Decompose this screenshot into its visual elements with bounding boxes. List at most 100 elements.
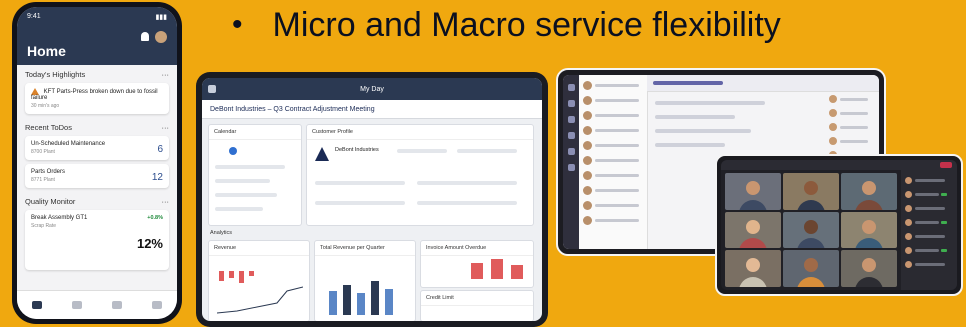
todo-label: Un-Scheduled Maintenance — [31, 141, 106, 148]
list-item[interactable] — [583, 111, 643, 120]
page-title: Home — [27, 43, 66, 59]
video-tile[interactable] — [725, 250, 781, 287]
participant[interactable] — [829, 95, 875, 103]
chart-bar — [357, 293, 365, 315]
list-item[interactable] — [583, 156, 643, 165]
tab-calendar-icon[interactable] — [72, 301, 82, 309]
notification-bell-icon[interactable] — [141, 32, 149, 41]
chart-bar — [239, 271, 244, 283]
avatar[interactable] — [155, 31, 167, 43]
info-row — [457, 149, 517, 153]
app-rail — [563, 75, 579, 249]
list-item[interactable] — [583, 96, 643, 105]
video-call-device — [715, 154, 963, 296]
list-item[interactable] — [583, 171, 643, 180]
todo-sub: 8771 Plant — [31, 177, 55, 184]
phone-header: 9:41 ▮▮▮ Home — [17, 7, 177, 65]
tab-bar — [17, 290, 177, 319]
company-name: DeBont Industries — [335, 147, 379, 153]
chart-bar — [329, 291, 337, 315]
tab-tasks-icon[interactable] — [112, 301, 122, 309]
participant[interactable] — [905, 219, 953, 226]
list-item[interactable] — [583, 216, 643, 225]
company-logo-icon — [315, 147, 329, 161]
video-grid — [725, 173, 897, 287]
chart-bar — [229, 271, 234, 278]
chat-icon[interactable] — [567, 100, 575, 107]
todo-card[interactable]: Un-Scheduled Maintenance 8700 Plant 6 — [25, 136, 169, 161]
panel-title: Total Revenue per Quarter — [315, 241, 415, 256]
todos-section: Recent ToDos ··· Un-Scheduled Maintenance… — [17, 118, 177, 189]
todo-sub: 8700 Plant — [31, 149, 55, 156]
analytics-label: Analytics — [210, 230, 233, 236]
app-icon[interactable] — [208, 85, 216, 93]
chart-bar — [371, 281, 379, 315]
hang-up-button[interactable] — [940, 162, 952, 168]
todo-count: 6 — [157, 144, 163, 156]
video-tile[interactable] — [783, 211, 839, 249]
participant[interactable] — [905, 261, 953, 268]
event-row[interactable] — [215, 193, 277, 197]
list-item[interactable] — [583, 141, 643, 150]
files-icon[interactable] — [567, 164, 575, 171]
participant[interactable] — [905, 177, 953, 184]
list-item[interactable] — [583, 126, 643, 135]
calls-icon[interactable] — [567, 148, 575, 155]
credit-panel: Credit Limit — [420, 290, 534, 321]
selected-date[interactable] — [229, 147, 237, 155]
tablet-header: My Day — [202, 78, 542, 100]
todo-count: 12 — [151, 172, 163, 184]
tablet-screen: My Day DeBont Industries – Q3 Contract A… — [202, 78, 542, 321]
headline-text: Micro and Macro service flexibility — [272, 5, 781, 44]
participant[interactable] — [905, 247, 953, 254]
video-tile[interactable] — [725, 211, 781, 249]
activity-icon[interactable] — [567, 84, 575, 91]
participant[interactable] — [829, 109, 875, 117]
chat-list — [579, 75, 648, 249]
event-row[interactable] — [215, 207, 263, 211]
revenue-panel: Revenue — [208, 240, 310, 321]
list-item[interactable] — [583, 201, 643, 210]
alert-time: 30 min's ago — [31, 103, 60, 110]
tab-home-icon[interactable] — [32, 301, 42, 309]
app-title: My Day — [360, 85, 384, 93]
call-toolbar — [721, 160, 957, 170]
participant[interactable] — [905, 205, 953, 212]
tab-search-icon[interactable] — [152, 301, 162, 309]
calendar-icon[interactable] — [567, 132, 575, 139]
list-item[interactable] — [583, 81, 643, 90]
participant[interactable] — [905, 191, 953, 198]
alert-card[interactable]: KFT Parts-Press broken down due to fossi… — [25, 83, 169, 115]
todo-label: Parts Orders — [31, 169, 66, 176]
headline: • Micro and Macro service flexibility — [232, 2, 781, 48]
alert-text: KFT Parts-Press broken down due to fossi… — [31, 89, 158, 102]
video-tile[interactable] — [841, 173, 897, 210]
event-row[interactable] — [215, 179, 270, 183]
highlights-section: Today's Highlights ··· KFT Parts-Press br… — [17, 65, 177, 115]
panel-title: Revenue — [209, 241, 309, 256]
section-title: Today's Highlights — [25, 70, 86, 79]
warning-icon — [31, 88, 39, 95]
customer-panel: Customer Profile DeBont Industries — [306, 124, 534, 226]
info-row — [315, 181, 405, 185]
list-item[interactable] — [583, 186, 643, 195]
forecast-panel: Total Revenue per Quarter — [314, 240, 416, 321]
video-tile[interactable] — [841, 211, 897, 249]
quality-section: Quality Monitor ··· Break Assembly GT1 Sc… — [17, 192, 177, 271]
video-tile[interactable] — [841, 250, 897, 287]
video-tile[interactable] — [725, 173, 781, 210]
participant[interactable] — [829, 137, 875, 145]
teams-icon[interactable] — [567, 116, 575, 123]
participant[interactable] — [829, 123, 875, 131]
tablet-device: My Day DeBont Industries – Q3 Contract A… — [196, 72, 548, 327]
participant[interactable] — [905, 233, 953, 240]
event-row[interactable] — [215, 165, 285, 169]
todo-card[interactable]: Parts Orders 8771 Plant 12 — [25, 164, 169, 189]
panel-title: Invoice Amount Overdue — [421, 241, 533, 256]
video-tile[interactable] — [783, 173, 839, 210]
video-tile[interactable] — [783, 250, 839, 287]
phone-device: 9:41 ▮▮▮ Home Today's Highlights ··· KFT P… — [12, 2, 182, 324]
quality-card[interactable]: Break Assembly GT1 Scrap Rate +0.8% 12% — [25, 210, 169, 271]
chart-bar — [471, 263, 483, 279]
chart-bar — [511, 265, 523, 279]
